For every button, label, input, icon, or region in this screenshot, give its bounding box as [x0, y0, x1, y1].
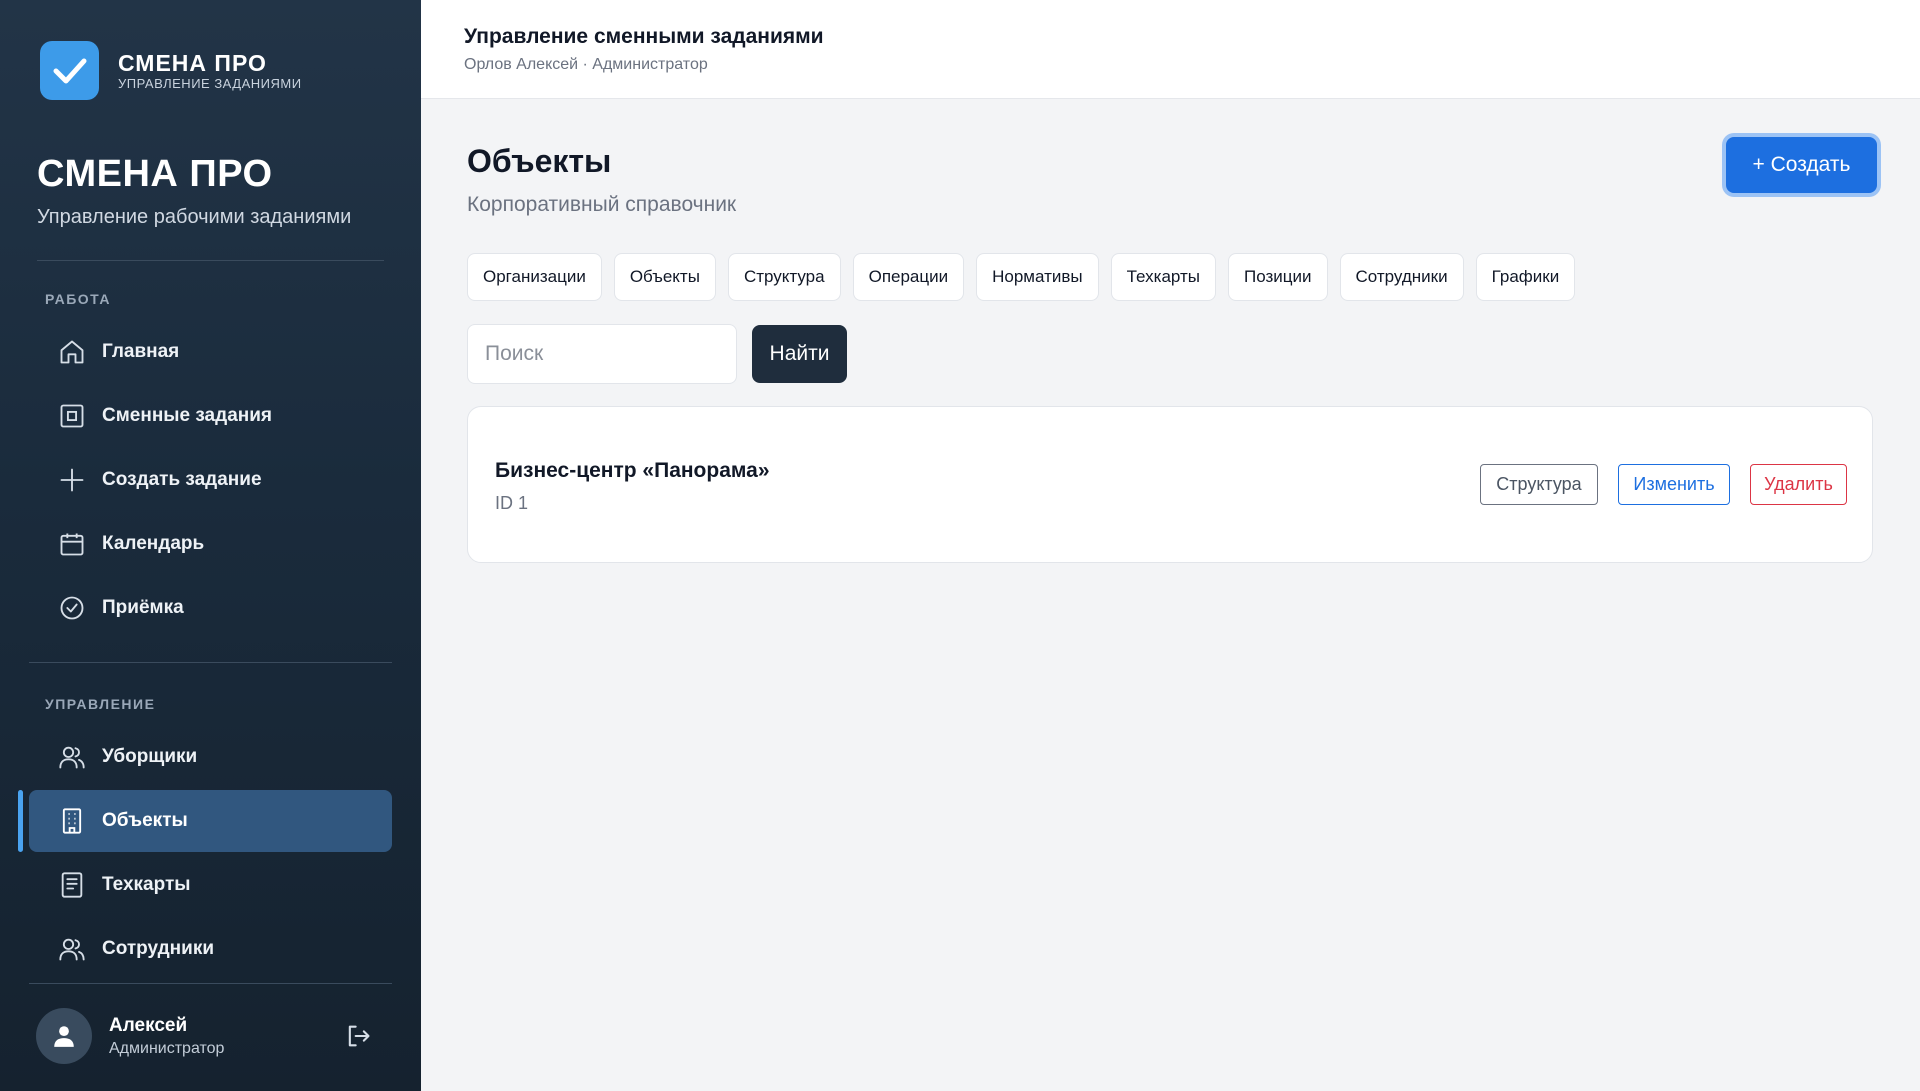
brand-title: СМЕНА ПРО: [37, 153, 273, 195]
logo[interactable]: СМЕНА ПРО УПРАВЛЕНИЕ ЗАДАНИЯМИ: [40, 41, 302, 100]
search-input[interactable]: [467, 324, 737, 384]
sidebar-item-techcards[interactable]: Техкарты: [29, 854, 392, 916]
top-header: Управление сменными заданиями Орлов Алек…: [421, 0, 1920, 99]
tab-positions[interactable]: Позиции: [1228, 253, 1328, 301]
user-name: Алексей: [109, 1014, 188, 1036]
logo-subtitle: УПРАВЛЕНИЕ ЗАДАНИЯМИ: [118, 75, 302, 91]
object-id: ID 1: [495, 493, 529, 513]
header-title: Управление сменными заданиями: [464, 25, 824, 48]
sidebar-item-label: Календарь: [102, 533, 205, 554]
divider: [37, 260, 384, 261]
tab-employees[interactable]: Сотрудники: [1339, 253, 1464, 301]
directory-tabs: Организации Объекты Структура Операции Н…: [467, 253, 1576, 301]
tab-organizations[interactable]: Организации: [467, 253, 602, 301]
list-item: Бизнес-центр «Панорама» ID 1 Структура И…: [467, 406, 1873, 563]
tab-objects[interactable]: Объекты: [613, 253, 716, 301]
structure-button[interactable]: Структура: [1480, 464, 1598, 505]
divider: [29, 983, 392, 984]
brand-subtitle: Управление рабочими заданиями: [37, 206, 352, 228]
page-subtitle: Корпоративный справочник: [467, 193, 737, 216]
logout-icon[interactable]: [344, 1022, 372, 1055]
section-label-work: РАБОТА: [45, 291, 111, 307]
sidebar-item-label: Создать задание: [102, 469, 262, 490]
user-profile[interactable]: Алексей Администратор: [36, 1008, 376, 1064]
brand-block: СМЕНА ПРО Управление рабочими заданиями: [37, 152, 351, 229]
sidebar-item-employees[interactable]: Сотрудники: [29, 918, 392, 980]
active-indicator: [18, 790, 23, 852]
sidebar-item-label: Сотрудники: [102, 938, 215, 959]
document-icon: [42, 871, 102, 899]
header-subtitle: Орлов Алексей · Администратор: [464, 56, 708, 73]
tab-schedules[interactable]: Графики: [1475, 253, 1576, 301]
users-icon: [42, 743, 102, 771]
section-label-manage: УПРАВЛЕНИЕ: [45, 696, 156, 712]
tab-techcards[interactable]: Техкарты: [1110, 253, 1216, 301]
plus-icon: [42, 466, 102, 494]
sidebar-item-calendar[interactable]: Календарь: [29, 513, 392, 575]
delete-button[interactable]: Удалить: [1750, 464, 1847, 505]
home-icon: [42, 338, 102, 366]
calendar-icon: [42, 530, 102, 558]
sidebar-item-cleaners[interactable]: Уборщики: [29, 726, 392, 788]
find-button[interactable]: Найти: [752, 325, 847, 383]
tab-operations[interactable]: Операции: [852, 253, 965, 301]
users-icon: [42, 935, 102, 963]
create-button[interactable]: + Создать: [1726, 137, 1877, 193]
sidebar-item-label: Сменные задания: [102, 405, 272, 426]
checkmark-logo-icon: [40, 41, 99, 100]
building-icon: [42, 807, 102, 835]
sidebar: СМЕНА ПРО УПРАВЛЕНИЕ ЗАДАНИЯМИ СМЕНА ПРО…: [0, 0, 421, 1091]
sidebar-item-label: Объекты: [102, 810, 188, 831]
sidebar-item-label: Главная: [102, 341, 180, 362]
check-circle-icon: [42, 594, 102, 622]
user-role: Администратор: [109, 1039, 225, 1057]
square-icon: [42, 402, 102, 430]
divider: [29, 662, 392, 663]
avatar: [36, 1008, 92, 1064]
sidebar-item-create-task[interactable]: Создать задание: [29, 449, 392, 511]
object-name: Бизнес-центр «Панорама»: [495, 459, 770, 482]
sidebar-item-label: Приёмка: [102, 597, 184, 618]
tab-structure[interactable]: Структура: [727, 253, 841, 301]
page-title: Объекты: [467, 143, 612, 179]
tab-norms[interactable]: Нормативы: [976, 253, 1099, 301]
logo-title: СМЕНА ПРО: [118, 49, 267, 76]
sidebar-item-label: Техкарты: [102, 874, 191, 895]
edit-button[interactable]: Изменить: [1618, 464, 1730, 505]
sidebar-item-acceptance[interactable]: Приёмка: [29, 577, 392, 639]
sidebar-item-objects[interactable]: Объекты: [29, 790, 392, 852]
sidebar-item-home[interactable]: Главная: [29, 321, 392, 383]
sidebar-item-label: Уборщики: [102, 746, 198, 767]
sidebar-item-shift-tasks[interactable]: Сменные задания: [29, 385, 392, 447]
